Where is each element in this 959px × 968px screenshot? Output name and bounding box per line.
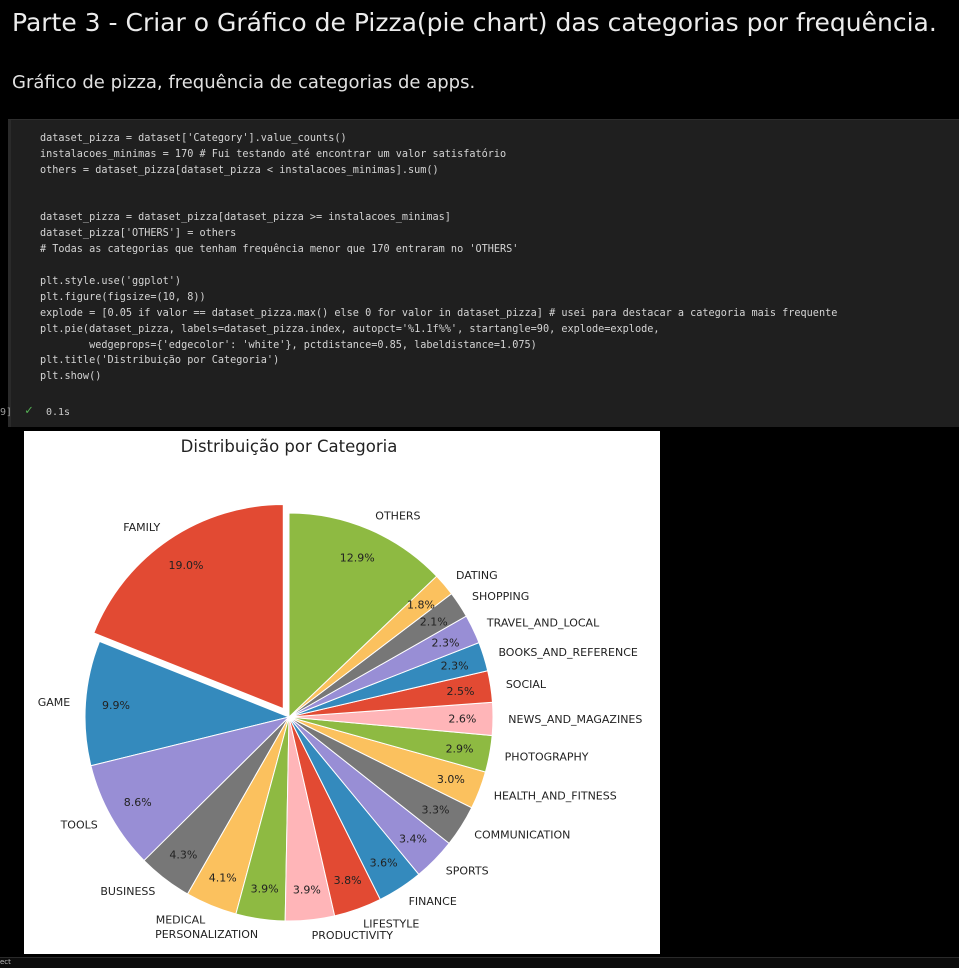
pie-category-label: OTHERS <box>375 509 420 522</box>
code-line: dataset_pizza = dataset_pizza[dataset_pi… <box>40 212 451 224</box>
pie-category-label: TOOLS <box>60 818 98 831</box>
pie-percent-label: 2.9% <box>446 742 474 755</box>
pie-percent-label: 9.9% <box>102 699 130 712</box>
pie-category-label: MEDICAL <box>156 914 206 927</box>
pie-category-label: COMMUNICATION <box>474 828 570 841</box>
pie-category-label: LIFESTYLE <box>363 917 419 930</box>
markdown-heading: Parte 3 - Criar o Gráfico de Pizza(pie c… <box>12 8 937 37</box>
code-line: plt.title('Distribuição por Categoria') <box>40 355 280 367</box>
code-line: plt.pie(dataset_pizza, labels=dataset_pi… <box>40 323 660 335</box>
code-line: instalacoes_minimas = 170 # Fui testando… <box>40 148 507 160</box>
code-line: others = dataset_pizza[dataset_pizza < i… <box>40 164 439 176</box>
cell-gutter <box>8 120 11 427</box>
pie-category-label: HEALTH_AND_FITNESS <box>494 790 617 803</box>
pie-chart: Distribuição por Categoria 19.0% 9.9% 8.6%… <box>38 437 643 942</box>
pie-slices <box>84 504 494 922</box>
pie-percent-label: 3.9% <box>293 883 321 896</box>
status-bar: ect <box>0 957 959 968</box>
pie-percent-label: 2.3% <box>432 636 460 649</box>
pie-percent-label: 3.0% <box>437 773 465 786</box>
code-line: explode = [0.05 if valor == dataset_pizz… <box>40 307 838 319</box>
code-line: dataset_pizza = dataset['Category'].valu… <box>40 133 347 144</box>
pie-category-label: BUSINESS <box>100 885 155 898</box>
code-line: # Todas as categorias que tenham frequên… <box>40 244 519 256</box>
pie-percent-label: 12.9% <box>340 552 375 565</box>
check-icon: ✓ <box>25 403 33 418</box>
pie-category-label: NEWS_AND_MAGAZINES <box>508 713 642 726</box>
pie-percent-label: 3.4% <box>399 832 427 845</box>
pie-percent-label: 3.3% <box>422 804 450 817</box>
execution-count: 9] <box>0 407 13 418</box>
pie-category-label: BOOKS_AND_REFERENCE <box>498 646 637 659</box>
code-line: dataset_pizza['OTHERS'] = others <box>40 228 237 240</box>
markdown-subheading: Gráfico de pizza, frequência de categori… <box>12 72 476 93</box>
code-line: plt.show() <box>40 371 102 383</box>
pie-category-label: SHOPPING <box>472 590 529 603</box>
pie-category-label: PRODUCTIVITY <box>312 929 394 942</box>
pie-category-label: TRAVEL_AND_LOCAL <box>486 617 600 630</box>
pie-category-label: DATING <box>456 569 498 582</box>
pie-category-label: PERSONALIZATION <box>155 928 258 941</box>
pie-percent-label: 3.9% <box>251 883 279 896</box>
pie-percent-label: 3.8% <box>334 874 362 887</box>
execution-time: 0.1s <box>46 407 71 418</box>
pie-percent-label: 3.6% <box>370 856 398 869</box>
pie-category-label: FAMILY <box>123 521 160 534</box>
pie-category-label: SOCIAL <box>506 678 547 691</box>
code-line: wedgeprops={'edgecolor': 'white'}, pctdi… <box>40 339 537 351</box>
code-editor[interactable]: dataset_pizza = dataset['Category'].valu… <box>40 131 837 385</box>
pie-percent-label: 4.1% <box>209 871 237 884</box>
pie-percent-label: 2.6% <box>448 713 476 726</box>
cell-output-figure: Distribuição por Categoria 19.0% 9.9% 8.6%… <box>24 431 660 954</box>
pie-percent-label: 2.5% <box>446 685 474 698</box>
code-cell[interactable]: dataset_pizza = dataset['Category'].valu… <box>0 119 959 427</box>
status-bar-text: ect <box>0 958 11 966</box>
pie-percent-label: 8.6% <box>124 796 152 809</box>
pie-percent-label: 2.1% <box>420 616 448 629</box>
pie-percent-label: 2.3% <box>441 660 469 673</box>
pie-percent-label: 4.3% <box>169 848 197 861</box>
pie-category-label: SPORTS <box>446 864 489 877</box>
pie-category-label: PHOTOGRAPHY <box>505 751 589 764</box>
pie-category-label: FINANCE <box>409 895 457 908</box>
code-line: plt.figure(figsize=(10, 8)) <box>40 291 206 303</box>
pie-percent-label: 1.8% <box>407 599 435 612</box>
code-line: plt.style.use('ggplot') <box>40 276 182 288</box>
pie-percent-label: 19.0% <box>169 559 204 572</box>
pie-category-label: GAME <box>38 696 71 709</box>
cell-status: 9] ✓ 0.1s <box>0 403 208 421</box>
chart-title: Distribuição por Categoria <box>181 437 398 456</box>
